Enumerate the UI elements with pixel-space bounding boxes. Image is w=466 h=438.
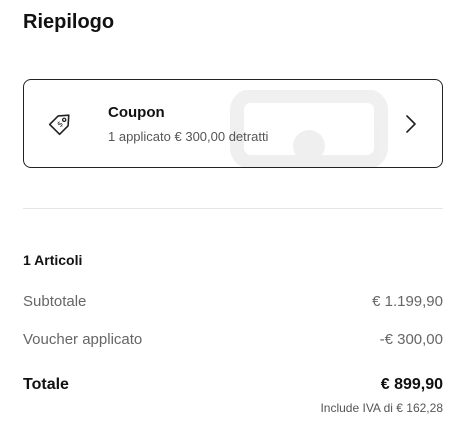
total-label: Totale [23,376,69,393]
subtotal-label: Subtotale [23,293,87,310]
vat-note: Include IVA di € 162,28 [320,401,443,415]
total-value: € 899,90 [380,376,443,393]
coupon-applied-text: 1 applicato € 300,00 detratti [108,129,269,144]
section-divider [23,208,443,209]
svg-text:$: $ [55,119,65,129]
items-count: 1 Articoli [23,252,83,268]
coupon-title: Coupon [108,104,165,121]
chevron-right-icon[interactable] [404,113,418,135]
page-title: Riepilogo [23,11,115,33]
tag-icon: $ [48,114,70,136]
order-summary-panel: Riepilogo $ Coupon 1 applicato € 300,00 … [0,0,466,438]
voucher-value: -€ 300,00 [379,331,443,348]
subtotal-value: € 1.199,90 [372,293,443,310]
voucher-label: Voucher applicato [23,331,143,348]
coupon-card[interactable]: $ Coupon 1 applicato € 300,00 detratti [23,79,443,168]
